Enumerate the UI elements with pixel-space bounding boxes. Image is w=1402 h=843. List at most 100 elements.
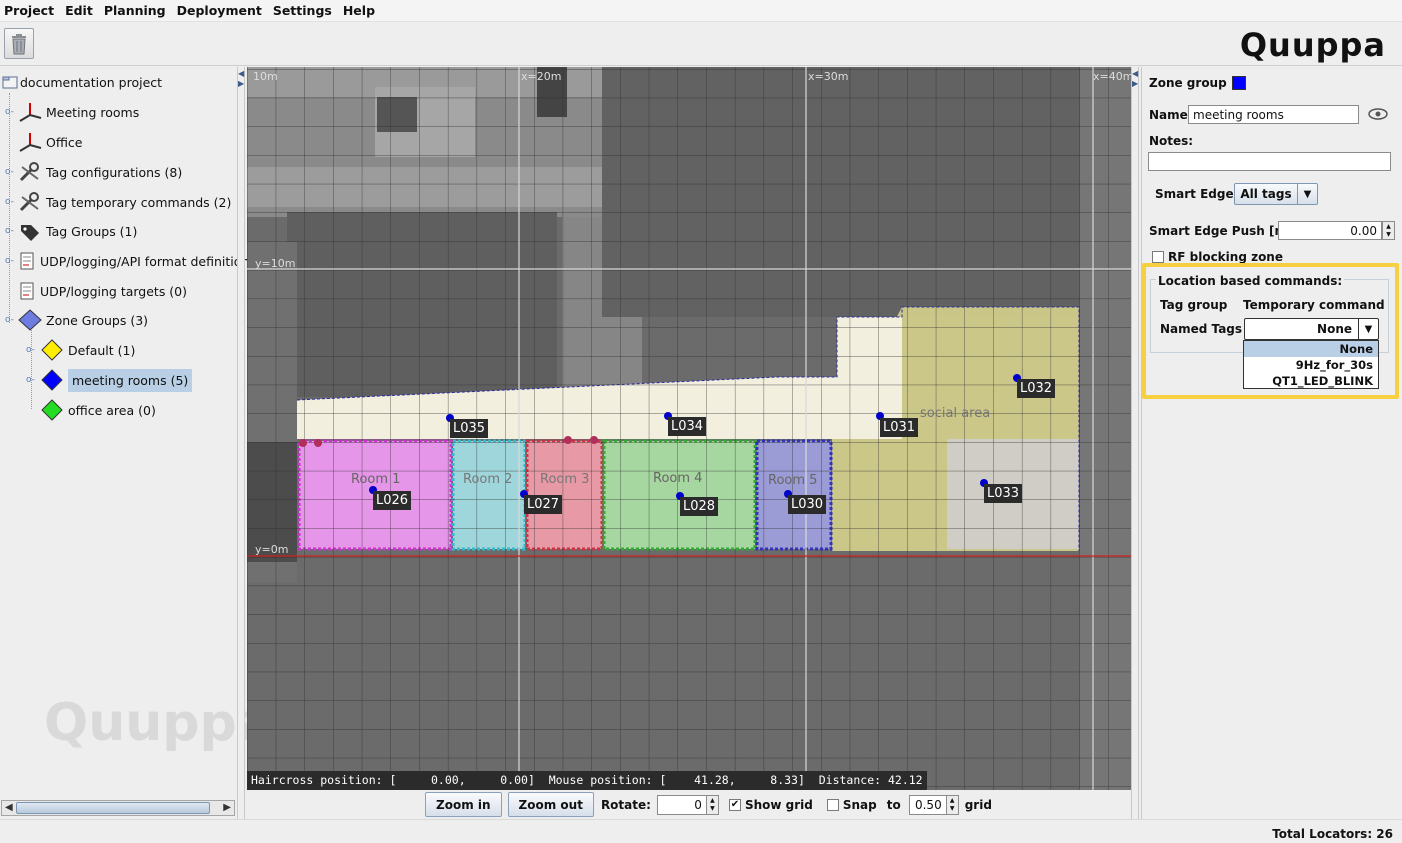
axis-label: x=30m — [808, 70, 849, 83]
total-locators: Total Locators: 26 — [1272, 827, 1393, 841]
tree-root-label: documentation project — [20, 74, 163, 90]
zone-label-room-4: Room 4 — [653, 471, 703, 486]
locator-label[interactable]: L034 — [668, 417, 707, 436]
zone-label-room-1: Room 1 — [351, 472, 401, 487]
tree-item-label: Zone Groups (3) — [46, 312, 149, 328]
tree-item-office[interactable]: Office — [18, 131, 83, 153]
option-9hz-for-30s[interactable]: 9Hz_for_30s — [1244, 357, 1378, 373]
collapse-left-arrow[interactable]: ◀ — [238, 69, 244, 78]
scroll-right-arrow[interactable]: ▶ — [223, 802, 231, 813]
right-splitter[interactable]: ◀ ▶ — [1131, 67, 1139, 819]
scrollbar-thumb[interactable] — [16, 802, 210, 814]
tree-item-zone-default[interactable]: Default (1) — [40, 339, 135, 361]
expand-handle[interactable]: o- — [5, 197, 14, 207]
visibility-eye-icon[interactable] — [1367, 105, 1389, 126]
tree-item-label: UDP/logging targets (0) — [40, 283, 188, 299]
delete-button[interactable] — [4, 28, 34, 59]
expand-right-arrow[interactable]: ▶ — [1132, 79, 1138, 88]
rotate-spinner[interactable]: 0 ▲ ▼ — [656, 794, 719, 815]
menu-settings[interactable]: Settings — [269, 3, 336, 18]
locator-label[interactable]: L027 — [524, 495, 563, 514]
expand-handle[interactable]: o- — [26, 375, 35, 385]
temporary-command-select[interactable]: None ▼ — [1244, 318, 1379, 340]
document-icon — [18, 280, 36, 302]
zoom-in-button[interactable]: Zoom in — [425, 792, 502, 817]
zoom-out-button[interactable]: Zoom out — [507, 792, 594, 817]
rf-blocking-row: RF blocking zone — [1152, 250, 1283, 264]
expand-handle[interactable]: o- — [5, 256, 14, 266]
floor-plan-map[interactable]: 10m x=20m x=30m x=40m y=10m y=0m Room 1 … — [247, 67, 1131, 790]
spinner-arrows[interactable]: ▲ ▼ — [945, 794, 959, 815]
toolbar: Quuppa — [0, 22, 1402, 66]
locator-label[interactable]: L030 — [788, 495, 827, 514]
tree-item-label: Tag temporary commands (2) — [46, 194, 232, 210]
grid-label: grid — [964, 797, 992, 812]
locator-label[interactable]: L031 — [880, 418, 919, 437]
tree-item-tag-groups[interactable]: Tag Groups (1) — [18, 220, 137, 242]
show-grid-label: Show grid — [744, 797, 813, 812]
tree-item-zone-office-area[interactable]: office area (0) — [40, 399, 156, 421]
column-tag-group: Tag group — [1160, 298, 1228, 312]
document-icon — [18, 250, 36, 272]
menu-deployment[interactable]: Deployment — [173, 3, 266, 18]
menu-planning[interactable]: Planning — [100, 3, 170, 18]
option-none[interactable]: None — [1244, 341, 1378, 357]
collapse-left-arrow[interactable]: ◀ — [1132, 69, 1138, 78]
option-qt1-led-blink[interactable]: QT1_LED_BLINK — [1244, 373, 1378, 389]
tree-item-tag-temporary-commands[interactable]: Tag temporary commands (2) — [18, 191, 231, 213]
locator-label[interactable]: L033 — [984, 484, 1023, 503]
tree-root[interactable]: documentation project — [2, 71, 162, 93]
show-grid-checkbox[interactable]: ✔ — [728, 798, 741, 811]
menu-bar: Project Edit Planning Deployment Setting… — [0, 0, 1402, 22]
smart-edge-label: Smart Edge : — [1155, 187, 1243, 201]
smart-edge-push-spinner[interactable]: ▲ ▼ — [1382, 221, 1395, 240]
name-input[interactable]: meeting rooms — [1188, 105, 1359, 124]
tree-item-tag-configurations[interactable]: Tag configurations (8) — [18, 161, 182, 183]
notes-input[interactable] — [1148, 152, 1391, 171]
zone-label-social-area: social area — [920, 406, 991, 421]
locator-label[interactable]: L035 — [450, 419, 489, 438]
locator-label[interactable]: L028 — [680, 497, 719, 516]
menu-help[interactable]: Help — [339, 3, 379, 18]
zone-label-room-2: Room 2 — [463, 472, 513, 487]
zone-group-color-swatch[interactable] — [1231, 76, 1246, 90]
left-splitter[interactable]: ◀ ▶ — [237, 67, 245, 819]
tag-icon — [18, 220, 42, 242]
menu-edit[interactable]: Edit — [61, 3, 97, 18]
wrench-icon — [18, 161, 42, 183]
expand-handle[interactable]: o- — [5, 167, 14, 177]
wrench-icon — [18, 191, 42, 213]
chevron-down-icon[interactable]: ▼ — [1358, 319, 1378, 339]
expand-handle[interactable]: o- — [5, 107, 14, 117]
axis-label: x=40m — [1093, 70, 1131, 83]
scroll-left-arrow[interactable]: ◀ — [5, 802, 13, 813]
snap-checkbox[interactable] — [826, 798, 839, 811]
expand-handle[interactable]: o- — [5, 226, 14, 236]
locator-label[interactable]: L026 — [373, 491, 412, 510]
expand-right-arrow[interactable]: ▶ — [238, 79, 244, 88]
collapse-handle[interactable]: o- — [5, 315, 14, 325]
tree-item-zone-groups[interactable]: Zone Groups (3) — [18, 309, 148, 331]
temporary-command-value: None — [1317, 322, 1352, 336]
tree-item-zone-meeting-rooms[interactable]: meeting rooms (5) — [40, 368, 193, 392]
chevron-down-icon[interactable]: ▼ — [1297, 184, 1317, 204]
column-temporary-command: Temporary command — [1243, 298, 1385, 312]
expand-handle[interactable]: o- — [26, 345, 35, 355]
tree-item-udp-targets[interactable]: UDP/logging targets (0) — [18, 280, 187, 302]
zone-label-room-5: Room 5 — [768, 473, 818, 488]
tree-item-label: meeting rooms (5) — [68, 368, 193, 392]
rf-blocking-checkbox[interactable] — [1152, 251, 1164, 263]
tree-horizontal-scrollbar[interactable]: ◀ ▶ — [1, 800, 235, 816]
axes-icon — [18, 131, 42, 153]
locator-label[interactable]: L032 — [1017, 379, 1056, 398]
tree-item-meeting-rooms[interactable]: Meeting rooms — [18, 101, 139, 123]
properties-panel: Zone group Name: meeting rooms Notes: Sm… — [1141, 67, 1402, 819]
smart-edge-select[interactable]: All tags ▼ — [1234, 183, 1318, 205]
spinner-arrows[interactable]: ▲ ▼ — [705, 794, 719, 815]
menu-project[interactable]: Project — [0, 3, 58, 18]
smart-edge-push-input[interactable]: 0.00 — [1278, 221, 1382, 240]
snap-spinner[interactable]: 0.50 ▲ ▼ — [908, 794, 959, 815]
tree-item-label: Tag Groups (1) — [46, 223, 138, 239]
tree-item-udp-format-definitions[interactable]: UDP/logging/API format definitions ( — [18, 250, 265, 272]
axis-label: x=20m — [521, 70, 562, 83]
